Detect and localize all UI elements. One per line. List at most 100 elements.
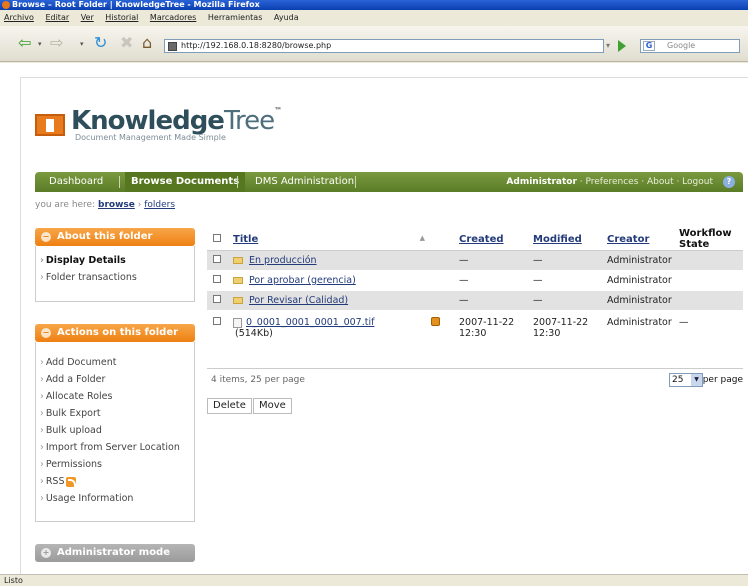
menu-ayuda[interactable]: Ayuda xyxy=(274,13,299,22)
sort-modified-link[interactable]: Modified xyxy=(533,234,582,245)
table-header-row: Title ▲ Created Modified Creator Workflow… xyxy=(207,228,743,251)
menu-archivo[interactable]: Archivo xyxy=(4,13,34,22)
forward-arrow-icon[interactable]: ⇨ xyxy=(50,33,63,53)
checked-out-icon xyxy=(431,317,440,326)
page-viewport: KnowledgeTree™ Document Management Made … xyxy=(0,63,748,574)
firefox-icon xyxy=(2,1,10,9)
creator-cell: Administrator xyxy=(607,290,679,311)
modified-cell: 2007-11-22 12:30 xyxy=(533,310,607,347)
knowledgetree-page: KnowledgeTree™ Document Management Made … xyxy=(20,77,748,574)
image-document-icon xyxy=(233,317,242,328)
per-page-select[interactable]: 25 ▼ xyxy=(669,373,703,387)
actions-folder-panel: Add Document Add a Folder Allocate Roles… xyxy=(35,342,195,522)
status-text: Listo xyxy=(4,576,23,585)
navigation-toolbar: ⇦ ▾ ⇨ ▾ ↻ ✖ ⌂ http://192.168.0.18:8280/b… xyxy=(0,26,748,62)
table-row: Por Revisar (Calidad) — — Administrator xyxy=(207,290,743,311)
folder-icon xyxy=(233,277,243,284)
move-button[interactable]: Move xyxy=(253,398,292,414)
nav-dms-administration[interactable]: DMS Administration xyxy=(255,172,354,192)
allocate-roles-link[interactable]: Allocate Roles xyxy=(40,388,190,405)
row-checkbox[interactable] xyxy=(213,317,221,325)
user-menu-links[interactable]: · Preferences · About · Logout xyxy=(577,177,713,187)
sort-title-link[interactable]: Title xyxy=(233,234,258,245)
modified-cell: — xyxy=(533,290,607,311)
import-server-link[interactable]: Import from Server Location xyxy=(40,439,190,456)
home-icon[interactable]: ⌂ xyxy=(142,33,152,53)
creator-cell: Administrator xyxy=(607,250,679,271)
forward-history-icon[interactable]: ▾ xyxy=(80,40,84,48)
google-icon[interactable]: G xyxy=(643,41,655,51)
actions-folder-header[interactable]: − Actions on this folder xyxy=(35,324,195,342)
sort-created-link[interactable]: Created xyxy=(459,234,504,245)
help-icon[interactable]: ? xyxy=(723,176,735,188)
collapse-icon[interactable]: − xyxy=(41,232,51,242)
items-summary: 4 items, 25 per page xyxy=(211,375,305,385)
per-page-label: per page xyxy=(702,375,743,385)
document-size: (514Kb) xyxy=(235,328,273,339)
bulk-upload-link[interactable]: Bulk upload xyxy=(40,422,190,439)
add-document-link[interactable]: Add Document xyxy=(40,354,190,371)
rss-icon[interactable] xyxy=(66,476,77,487)
collapse-icon[interactable]: − xyxy=(41,328,51,338)
created-cell: 2007-11-22 12:30 xyxy=(459,310,533,347)
pagination-bar: 4 items, 25 per page 25 ▼ per page xyxy=(207,368,743,390)
logo-name: KnowledgeTree™ xyxy=(71,106,282,136)
expand-icon[interactable]: + xyxy=(41,548,51,558)
select-all-checkbox[interactable] xyxy=(213,233,221,242)
permissions-link[interactable]: Permissions xyxy=(40,456,190,473)
back-history-icon[interactable]: ▾ xyxy=(38,40,42,48)
dropdown-arrow-icon[interactable]: ▼ xyxy=(691,374,702,386)
delete-button[interactable]: Delete xyxy=(207,398,252,414)
nav-browse-documents[interactable]: Browse Documents xyxy=(125,172,246,192)
usage-information-link[interactable]: Usage Information xyxy=(40,490,190,507)
rss-link[interactable]: RSS xyxy=(40,473,190,490)
go-icon[interactable] xyxy=(618,40,626,52)
created-cell: — xyxy=(459,250,533,271)
folder-link[interactable]: Por Revisar (Calidad) xyxy=(249,295,348,306)
sort-asc-icon: ▲ xyxy=(419,233,425,242)
col-workflow: Workflow State xyxy=(679,228,743,251)
folder-link[interactable]: Por aprobar (gerencia) xyxy=(249,275,356,286)
breadcrumb-browse[interactable]: browse xyxy=(98,200,135,210)
created-cell: — xyxy=(459,270,533,291)
col-created[interactable]: Created xyxy=(459,228,533,251)
menu-ver[interactable]: Ver xyxy=(81,13,94,22)
reload-icon[interactable]: ↻ xyxy=(94,33,107,53)
url-bar[interactable]: http://192.168.0.18:8280/browse.php xyxy=(164,39,604,53)
site-favicon-icon xyxy=(168,42,177,51)
folder-link[interactable]: En producción xyxy=(249,255,317,266)
add-folder-link[interactable]: Add a Folder xyxy=(40,371,190,388)
search-box[interactable]: G Google xyxy=(640,39,740,53)
nav-dashboard[interactable]: Dashboard xyxy=(49,172,103,192)
folder-icon xyxy=(233,297,243,304)
bulk-export-link[interactable]: Bulk Export xyxy=(40,405,190,422)
col-title[interactable]: Title ▲ xyxy=(233,228,431,251)
display-details-link[interactable]: Display Details xyxy=(40,252,190,269)
folder-transactions-link[interactable]: Folder transactions xyxy=(40,269,190,286)
table-row: Por aprobar (gerencia) — — Administrator xyxy=(207,270,743,291)
stop-icon[interactable]: ✖ xyxy=(120,33,133,53)
sort-creator-link[interactable]: Creator xyxy=(607,234,649,245)
status-bar: Listo xyxy=(0,574,748,586)
col-modified[interactable]: Modified xyxy=(533,228,607,251)
menu-editar[interactable]: Editar xyxy=(45,13,69,22)
admin-mode-header[interactable]: + Administrator mode xyxy=(35,544,195,562)
url-text: http://192.168.0.18:8280/browse.php xyxy=(181,41,332,50)
nav-separator xyxy=(119,176,120,188)
row-checkbox[interactable] xyxy=(213,255,221,263)
modified-cell: — xyxy=(533,250,607,271)
creator-cell: Administrator xyxy=(607,310,679,347)
row-checkbox[interactable] xyxy=(213,275,221,283)
menu-herramientas[interactable]: Herramientas xyxy=(208,13,263,22)
menu-historial[interactable]: Historial xyxy=(105,13,138,22)
document-link[interactable]: 0_0001_0001_0001_007.tif xyxy=(246,317,374,328)
about-folder-header[interactable]: − About this folder xyxy=(35,228,195,246)
back-arrow-icon[interactable]: ⇦ xyxy=(18,33,31,53)
user-links[interactable]: Administrator · Preferences · About · Lo… xyxy=(506,172,713,192)
window-title: Browse – Root Folder | KnowledgeTree - M… xyxy=(12,0,260,9)
row-checkbox[interactable] xyxy=(213,295,221,303)
about-folder-panel: Display Details Folder transactions xyxy=(35,246,195,302)
menu-marcadores[interactable]: Marcadores xyxy=(150,13,196,22)
breadcrumb-folders[interactable]: folders xyxy=(144,200,175,210)
col-creator[interactable]: Creator xyxy=(607,228,679,251)
